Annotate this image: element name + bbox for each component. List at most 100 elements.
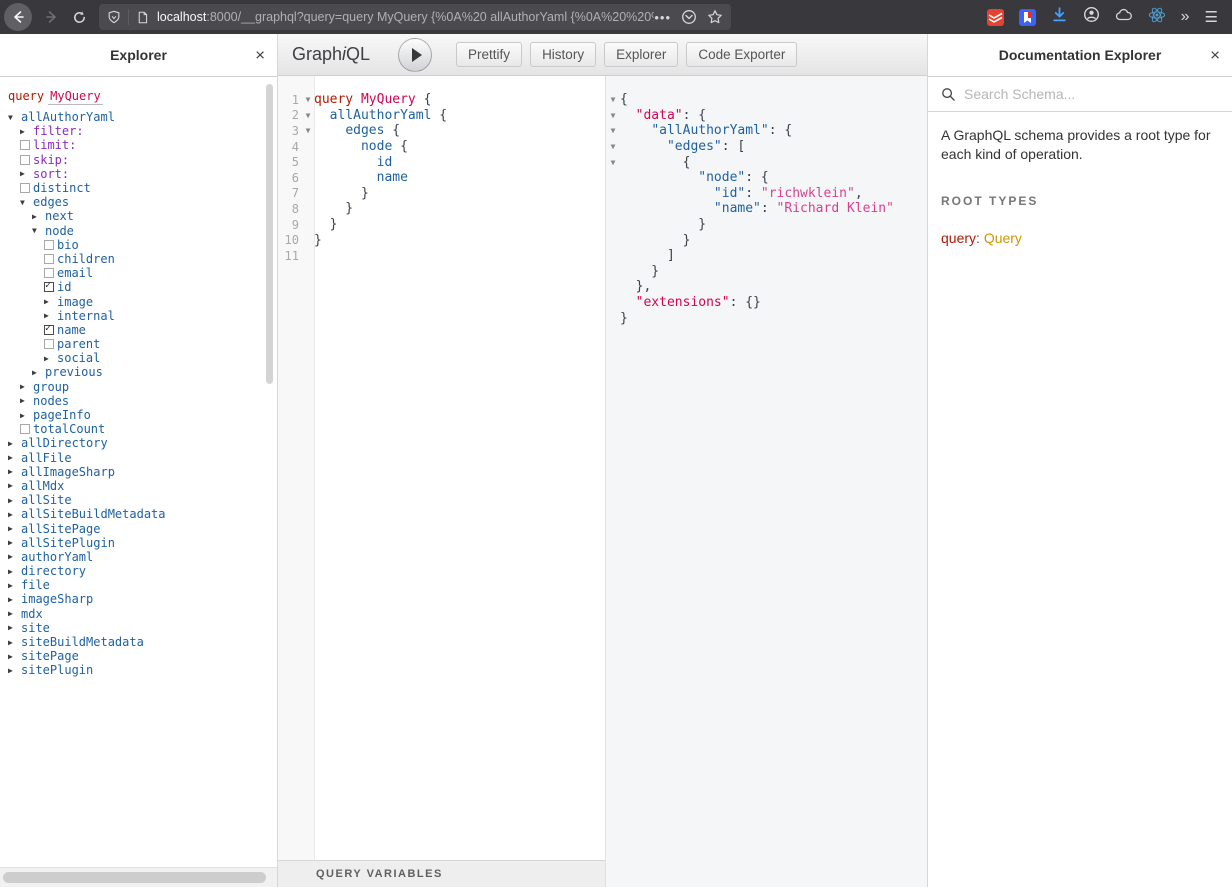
explorer-tree-item[interactable]: ▶allFile bbox=[8, 451, 277, 465]
explorer-tree-item[interactable]: ▶group bbox=[8, 380, 277, 394]
explorer-tree-item[interactable]: ▶image bbox=[8, 294, 277, 308]
doc-explorer-close-icon[interactable]: × bbox=[1210, 47, 1220, 64]
field-checkbox[interactable] bbox=[20, 424, 30, 434]
explorer-tree-item[interactable]: email bbox=[8, 266, 277, 280]
explorer-tree-item[interactable]: ▶allSite bbox=[8, 493, 277, 507]
expand-arrow-icon[interactable]: ▶ bbox=[8, 567, 21, 576]
execute-query-button[interactable] bbox=[398, 38, 432, 72]
explorer-tree-item[interactable]: ▶allSiteBuildMetadata bbox=[8, 507, 277, 521]
query-name-input[interactable]: MyQuery bbox=[48, 89, 103, 105]
expand-arrow-icon[interactable]: ▶ bbox=[20, 169, 33, 178]
toolbar-overflow-chevron[interactable]: » bbox=[1181, 9, 1190, 25]
explorer-tree-item[interactable]: ▶internal bbox=[8, 309, 277, 323]
explorer-tree-item[interactable]: ▶authorYaml bbox=[8, 550, 277, 564]
reload-button[interactable] bbox=[72, 10, 87, 25]
field-checkbox[interactable] bbox=[44, 240, 54, 250]
fold-arrow-icon[interactable]: ▼ bbox=[606, 142, 620, 151]
forward-button[interactable] bbox=[44, 9, 60, 25]
tracking-protection-shield-icon[interactable] bbox=[107, 9, 121, 25]
explorer-tree-item[interactable]: distinct bbox=[8, 181, 277, 195]
url-bar[interactable]: localhost:8000/__graphql?query=query MyQ… bbox=[99, 4, 731, 30]
expand-arrow-icon[interactable]: ▶ bbox=[8, 595, 21, 604]
explorer-tree-item[interactable]: ▶allDirectory bbox=[8, 436, 277, 450]
expand-arrow-icon[interactable]: ▶ bbox=[20, 411, 33, 420]
root-query-field[interactable]: query bbox=[941, 230, 976, 246]
collapse-arrow-icon[interactable]: ▼ bbox=[8, 113, 21, 122]
expand-arrow-icon[interactable]: ▶ bbox=[8, 510, 21, 519]
expand-arrow-icon[interactable]: ▶ bbox=[8, 524, 21, 533]
fold-arrow-icon[interactable]: ▼ bbox=[302, 111, 314, 120]
explorer-tree-item[interactable]: ▶directory bbox=[8, 564, 277, 578]
expand-arrow-icon[interactable]: ▶ bbox=[8, 453, 21, 462]
explorer-tree-item[interactable]: ▶social bbox=[8, 351, 277, 365]
bookmark-star-icon[interactable] bbox=[707, 9, 723, 25]
explorer-close-icon[interactable]: × bbox=[255, 47, 265, 64]
explorer-tree-item[interactable]: ▼allAuthorYaml bbox=[8, 110, 277, 124]
field-checkbox[interactable] bbox=[20, 155, 30, 165]
explorer-tree-item[interactable]: name bbox=[8, 323, 277, 337]
back-button[interactable] bbox=[4, 3, 32, 31]
explorer-tree-item[interactable]: id bbox=[8, 280, 277, 294]
explorer-tree-item[interactable]: ▶mdx bbox=[8, 607, 277, 621]
todoist-extension-icon[interactable] bbox=[987, 9, 1004, 26]
expand-arrow-icon[interactable]: ▶ bbox=[20, 396, 33, 405]
fold-arrow-icon[interactable]: ▼ bbox=[606, 126, 620, 135]
pocket-icon[interactable] bbox=[681, 9, 697, 25]
explorer-tree-item[interactable]: ▶sitePage bbox=[8, 649, 277, 663]
menu-hamburger-icon[interactable]: ☰ bbox=[1205, 10, 1218, 25]
fold-arrow-icon[interactable]: ▼ bbox=[606, 95, 620, 104]
blue-extension-icon[interactable] bbox=[1019, 9, 1036, 26]
explorer-tree-item[interactable]: children bbox=[8, 252, 277, 266]
account-button[interactable] bbox=[1083, 6, 1100, 28]
explorer-tree-item[interactable]: parent bbox=[8, 337, 277, 351]
query-variables-bar[interactable]: QUERY VARIABLES bbox=[278, 860, 605, 887]
expand-arrow-icon[interactable]: ▶ bbox=[20, 127, 33, 136]
explorer-tree-item[interactable]: ▶imageSharp bbox=[8, 592, 277, 606]
expand-arrow-icon[interactable]: ▶ bbox=[8, 439, 21, 448]
explorer-tree-item[interactable]: totalCount bbox=[8, 422, 277, 436]
expand-arrow-icon[interactable]: ▶ bbox=[32, 368, 45, 377]
query-editor-lines[interactable]: 1▼query MyQuery {2▼ allAuthorYaml {3▼ ed… bbox=[278, 76, 605, 860]
expand-arrow-icon[interactable]: ▶ bbox=[8, 623, 21, 632]
explorer-tree-item[interactable]: ▶allImageSharp bbox=[8, 465, 277, 479]
fold-arrow-icon[interactable]: ▼ bbox=[302, 95, 314, 104]
field-checkbox[interactable] bbox=[20, 140, 30, 150]
field-checkbox-checked[interactable] bbox=[44, 325, 54, 335]
explorer-tree-item[interactable]: ▶sort: bbox=[8, 167, 277, 181]
expand-arrow-icon[interactable]: ▶ bbox=[8, 666, 21, 675]
explorer-tree-item[interactable]: ▼edges bbox=[8, 195, 277, 209]
field-checkbox[interactable] bbox=[20, 183, 30, 193]
expand-arrow-icon[interactable]: ▶ bbox=[8, 496, 21, 505]
page-info-icon[interactable] bbox=[136, 10, 149, 25]
explorer-tree-item[interactable]: skip: bbox=[8, 153, 277, 167]
explorer-tree-item[interactable]: ▶next bbox=[8, 209, 277, 223]
explorer-tree-item[interactable]: ▶allMdx bbox=[8, 479, 277, 493]
explorer-tree-item[interactable]: ▶previous bbox=[8, 365, 277, 379]
explorer-tree-item[interactable]: ▶sitePlugin bbox=[8, 663, 277, 677]
explorer-tree-item[interactable]: limit: bbox=[8, 138, 277, 152]
code-exporter-button[interactable]: Code Exporter bbox=[686, 42, 797, 67]
sync-cloud-button[interactable] bbox=[1115, 7, 1133, 28]
explorer-tree-item[interactable]: bio bbox=[8, 238, 277, 252]
collapse-arrow-icon[interactable]: ▼ bbox=[32, 226, 45, 235]
field-checkbox[interactable] bbox=[44, 268, 54, 278]
expand-arrow-icon[interactable]: ▶ bbox=[8, 609, 21, 618]
explorer-tree-item[interactable]: ▶allSitePage bbox=[8, 521, 277, 535]
fold-arrow-icon[interactable]: ▼ bbox=[606, 158, 620, 167]
expand-arrow-icon[interactable]: ▶ bbox=[32, 212, 45, 221]
explorer-tree-item[interactable]: ▼node bbox=[8, 224, 277, 238]
explorer-vertical-scrollbar[interactable] bbox=[266, 84, 273, 384]
explorer-toggle-button[interactable]: Explorer bbox=[604, 42, 678, 67]
explorer-tree-item[interactable]: ▶allSitePlugin bbox=[8, 536, 277, 550]
page-actions-icon[interactable]: ••• bbox=[654, 10, 671, 25]
root-query-type-link[interactable]: Query bbox=[984, 230, 1022, 246]
explorer-tree-item[interactable]: ▶nodes bbox=[8, 394, 277, 408]
explorer-horizontal-scrollbar[interactable] bbox=[3, 872, 266, 883]
field-checkbox-checked[interactable] bbox=[44, 282, 54, 292]
expand-arrow-icon[interactable]: ▶ bbox=[8, 638, 21, 647]
expand-arrow-icon[interactable]: ▶ bbox=[8, 581, 21, 590]
expand-arrow-icon[interactable]: ▶ bbox=[8, 552, 21, 561]
expand-arrow-icon[interactable]: ▶ bbox=[8, 481, 21, 490]
field-checkbox[interactable] bbox=[44, 339, 54, 349]
expand-arrow-icon[interactable]: ▶ bbox=[44, 354, 57, 363]
